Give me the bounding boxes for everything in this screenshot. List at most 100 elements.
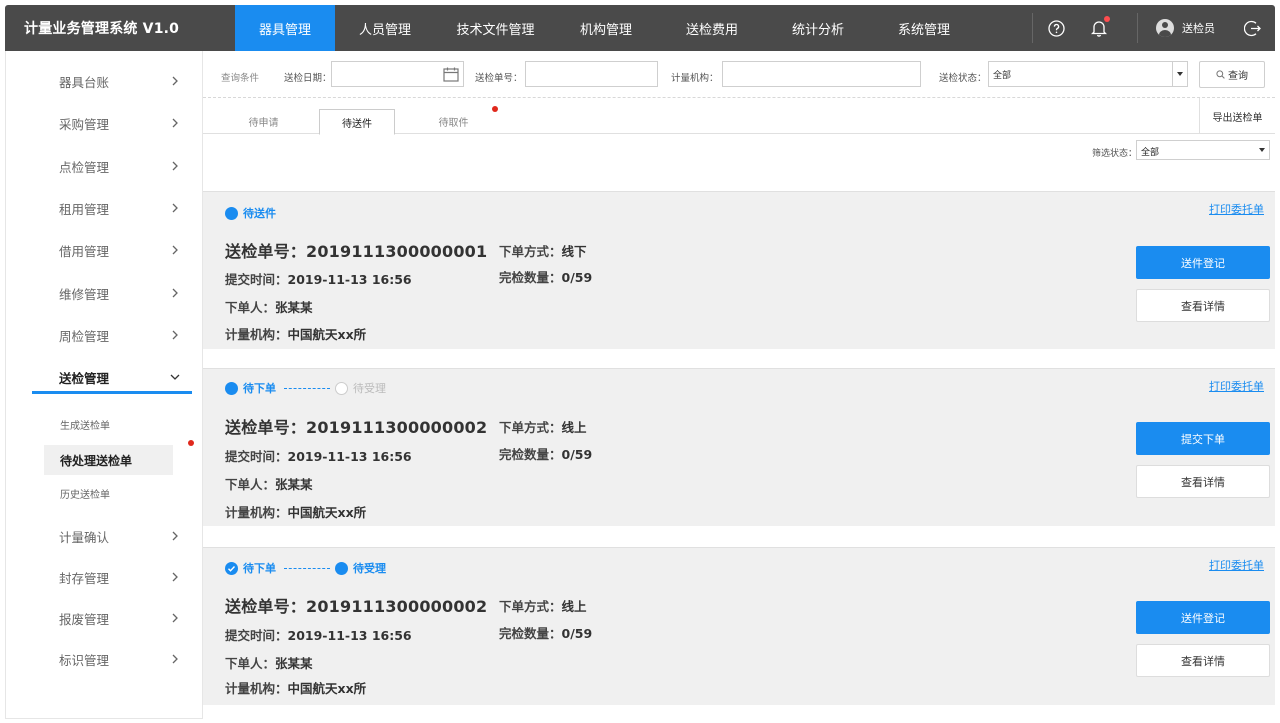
submit-time: 提交时间：2019-11-13 16:56 bbox=[225, 446, 412, 465]
step-connector bbox=[284, 387, 330, 389]
filter-status-label: 筛选状态： bbox=[1092, 149, 1138, 159]
order-method-label: 下单方式： bbox=[499, 244, 562, 259]
tab-to-pickup[interactable]: 待取件 bbox=[416, 109, 491, 134]
submit-time-label: 提交时间： bbox=[225, 449, 288, 464]
chevron-down-icon bbox=[1172, 62, 1187, 86]
chevron-down-icon bbox=[1254, 141, 1269, 159]
filter-status-select[interactable]: 全部 bbox=[1136, 140, 1270, 160]
user-name: 送检员 bbox=[1182, 22, 1215, 35]
status-steps: 待下单 待受理 bbox=[225, 380, 386, 396]
send-register-button[interactable]: 送件登记 bbox=[1136, 246, 1270, 279]
sidebar-item-spot-check[interactable]: 点检管理 bbox=[6, 151, 204, 181]
completed-count-value: 0/59 bbox=[561, 270, 593, 285]
sidebar-item-confirm[interactable]: 计量确认 bbox=[6, 521, 204, 551]
bell-icon[interactable] bbox=[1079, 5, 1119, 51]
print-order-link[interactable]: 打印委托单 bbox=[1209, 201, 1264, 217]
view-details-button[interactable]: 查看详情 bbox=[1136, 465, 1270, 498]
view-details-button[interactable]: 查看详情 bbox=[1136, 644, 1270, 677]
submit-order-button[interactable]: 提交下单 bbox=[1136, 422, 1270, 455]
sidebar-subitem-create[interactable]: 生成送检单 bbox=[44, 409, 173, 439]
org-label: 计量机构： bbox=[671, 73, 719, 84]
view-details-button[interactable]: 查看详情 bbox=[1136, 289, 1270, 322]
send-register-button[interactable]: 送件登记 bbox=[1136, 601, 1270, 634]
user-menu[interactable]: 送检员 bbox=[1138, 19, 1229, 37]
filter-status-value: 全部 bbox=[1141, 148, 1160, 158]
organization: 计量机构：中国航天xx所 bbox=[225, 324, 366, 343]
order-number-label: 送检单号： bbox=[225, 597, 307, 616]
nav-item-system[interactable]: 系统管理 bbox=[868, 5, 980, 51]
order-method: 下单方式：线上 bbox=[499, 417, 587, 436]
owner-label: 下单人： bbox=[225, 300, 276, 315]
status-step-label: 待送件 bbox=[243, 207, 276, 220]
nav-item-tech-docs[interactable]: 技术文件管理 bbox=[435, 5, 556, 51]
order-method-value: 线下 bbox=[561, 244, 587, 259]
sidebar-item-label: 封存管理 bbox=[59, 570, 110, 586]
sidebar-item-scrap[interactable]: 报废管理 bbox=[6, 603, 204, 633]
submit-time: 提交时间：2019-11-13 16:56 bbox=[225, 269, 412, 288]
query-button[interactable]: 查询 bbox=[1199, 61, 1265, 88]
order-method-value: 线上 bbox=[561, 420, 587, 435]
status-dot-icon bbox=[225, 206, 238, 220]
sidebar-item-purchase[interactable]: 采购管理 bbox=[6, 108, 204, 138]
sidebar-item-label: 周检管理 bbox=[59, 328, 110, 344]
sidebar-item-label: 标识管理 bbox=[59, 652, 110, 668]
print-order-link[interactable]: 打印委托单 bbox=[1209, 557, 1264, 573]
completed-count: 完检数量：0/59 bbox=[499, 267, 592, 286]
organization-label: 计量机构： bbox=[225, 681, 288, 696]
status-label: 送检状态： bbox=[939, 73, 987, 84]
owner: 下单人：张某某 bbox=[225, 653, 313, 672]
notification-dot bbox=[492, 106, 498, 112]
completed-count-value: 0/59 bbox=[561, 447, 593, 462]
organization-label: 计量机构： bbox=[225, 327, 288, 342]
nav-item-statistics[interactable]: 统计分析 bbox=[768, 5, 868, 51]
sidebar-item-ledger[interactable]: 器具台账 bbox=[6, 66, 204, 96]
organization-value: 中国航天xx所 bbox=[287, 327, 367, 342]
sidebar-item-rental[interactable]: 租用管理 bbox=[6, 193, 204, 223]
tab-to-apply[interactable]: 待申请 bbox=[226, 109, 301, 134]
owner-value: 张某某 bbox=[275, 656, 313, 671]
sidebar-item-label: 维修管理 bbox=[59, 286, 110, 302]
sidebar-subitem-history[interactable]: 历史送检单 bbox=[44, 478, 173, 508]
sidebar-item-label-mgmt[interactable]: 标识管理 bbox=[6, 644, 204, 674]
tab-to-send[interactable]: 待送件 bbox=[319, 109, 395, 135]
sidebar-item-borrow[interactable]: 借用管理 bbox=[6, 235, 204, 265]
sidebar-item-label: 借用管理 bbox=[59, 243, 110, 259]
logout-icon[interactable] bbox=[1229, 5, 1275, 51]
owner-label: 下单人： bbox=[225, 656, 276, 671]
nav-item-instruments[interactable]: 器具管理 bbox=[235, 5, 335, 51]
submit-time-value: 2019-11-13 16:56 bbox=[287, 628, 412, 643]
owner-label: 下单人： bbox=[225, 477, 276, 492]
step-connector bbox=[284, 567, 330, 569]
order-number: 送检单号：2019111300000002 bbox=[225, 593, 487, 617]
nav-item-personnel[interactable]: 人员管理 bbox=[335, 5, 435, 51]
order-method: 下单方式：线上 bbox=[499, 596, 587, 615]
sidebar-subitem-pending[interactable]: 待处理送检单 bbox=[44, 445, 173, 475]
tab-bar: 待申请 待送件 待取件 导出送检单 bbox=[203, 98, 1275, 135]
status-dot-icon bbox=[335, 561, 348, 575]
owner-value: 张某某 bbox=[275, 300, 313, 315]
sidebar: 器具台账 采购管理 点检管理 租用管理 借用管理 维修管理 周检管理 送检管理 … bbox=[5, 51, 203, 719]
sidebar-item-repair[interactable]: 维修管理 bbox=[6, 278, 204, 308]
date-label: 送检日期： bbox=[284, 73, 332, 84]
status-step-label: 待受理 bbox=[353, 562, 386, 575]
organization-value: 中国航天xx所 bbox=[287, 681, 367, 696]
order-no-field[interactable] bbox=[525, 61, 658, 87]
sidebar-item-label: 租用管理 bbox=[59, 201, 110, 217]
org-field[interactable] bbox=[722, 61, 921, 87]
calendar-icon[interactable] bbox=[443, 67, 459, 82]
sidebar-item-inspection[interactable]: 送检管理 bbox=[6, 362, 204, 392]
completed-count: 完检数量：0/59 bbox=[499, 444, 592, 463]
nav-item-fees[interactable]: 送检费用 bbox=[656, 5, 768, 51]
completed-count-label: 完检数量： bbox=[499, 447, 562, 462]
nav-item-organizations[interactable]: 机构管理 bbox=[556, 5, 656, 51]
organization-label: 计量机构： bbox=[225, 505, 288, 520]
help-icon[interactable] bbox=[1033, 5, 1079, 51]
print-order-link[interactable]: 打印委托单 bbox=[1209, 378, 1264, 394]
status-select[interactable]: 全部 bbox=[988, 61, 1188, 87]
sidebar-item-label: 报废管理 bbox=[59, 611, 110, 627]
sidebar-item-periodic[interactable]: 周检管理 bbox=[6, 320, 204, 350]
export-button[interactable]: 导出送检单 bbox=[1199, 98, 1275, 134]
sidebar-item-label: 计量确认 bbox=[59, 529, 110, 545]
filter-bar: 查询条件 送检日期： 送检单号： 计量机构： 送检状态： 全部 查询 bbox=[203, 51, 1275, 98]
sidebar-item-seal[interactable]: 封存管理 bbox=[6, 562, 204, 592]
